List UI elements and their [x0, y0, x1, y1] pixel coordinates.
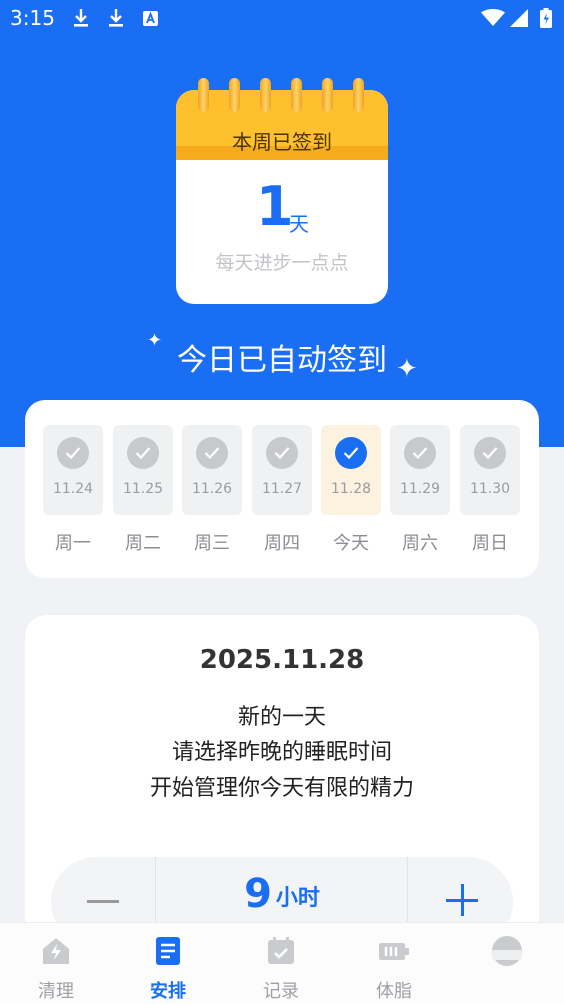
day-cell-mon[interactable]: 11.24: [43, 425, 103, 515]
day-date: 11.25: [122, 481, 164, 497]
a-icon: [143, 11, 158, 26]
nav-label: 安排: [150, 981, 186, 1002]
schedule-icon: [156, 937, 180, 965]
calendar-ring: [229, 78, 240, 112]
day-date: 11.29: [399, 481, 441, 497]
nav-item-schedule[interactable]: 安排: [112, 923, 224, 1004]
day-date: 11.28: [330, 481, 372, 497]
record-icon: [268, 937, 294, 964]
info-line: 开始管理你今天有限的精力: [149, 776, 414, 801]
day-date: 11.24: [52, 481, 94, 497]
calendar-ring: [198, 78, 209, 112]
day-date: 11.30: [469, 481, 511, 497]
check-circle-icon: [335, 437, 367, 469]
signal-icon: [510, 9, 528, 27]
check-circle-icon: [127, 437, 159, 469]
day-label: 周三: [194, 533, 230, 554]
download-icon: [74, 9, 88, 27]
status-time: 3:15: [10, 6, 55, 30]
check-circle-icon: [196, 437, 228, 469]
calendar-ring: [260, 78, 271, 112]
check-circle-icon: [266, 437, 298, 469]
nav-item-body-fat[interactable]: 体脂: [338, 923, 450, 1004]
calendar-rings: [176, 78, 388, 118]
day-label: 周六: [402, 533, 438, 554]
check-circle-icon: [404, 437, 436, 469]
calendar-ring: [291, 78, 302, 112]
nav-label: 体脂: [376, 981, 412, 1002]
sparkle-icon: ✦: [396, 354, 418, 384]
bottom-navigation: 清理 安排 记录 体脂: [0, 922, 564, 1004]
check-circle-icon: [57, 437, 89, 469]
sleep-hours-unit: 小时: [275, 886, 320, 911]
day-cell-wed[interactable]: 11.26: [182, 425, 242, 515]
battery-icon: [540, 8, 552, 28]
day-label: 周一: [55, 533, 91, 554]
checkin-days-count: 1: [256, 175, 294, 238]
body-fat-icon: [379, 943, 409, 960]
info-date: 2025.11.28: [199, 645, 365, 675]
wifi-icon: [481, 9, 505, 26]
day-cell-tue[interactable]: 11.25: [113, 425, 173, 515]
status-bar: 3:15: [0, 0, 564, 38]
checkin-days-unit: 天: [289, 212, 309, 236]
nav-item-profile[interactable]: [451, 923, 563, 1004]
day-label: 周二: [125, 533, 161, 554]
nav-label: 记录: [263, 981, 299, 1002]
day-date: 11.27: [261, 481, 303, 497]
calendar-subtitle: 每天进步一点点: [215, 252, 349, 274]
auto-checkin-text: 今日已自动签到: [177, 343, 387, 378]
day-label: 今天: [333, 533, 369, 554]
nav-item-clean[interactable]: 清理: [0, 923, 112, 1004]
profile-icon: [492, 936, 522, 966]
day-cell-today[interactable]: 11.28: [321, 425, 381, 515]
weekly-checkin-calendar: 本周已签到 1 天 每天进步一点点: [176, 78, 388, 304]
week-checkin-card: 11.24 周一 11.25 周二 11.26 周三 11.27 周四 11.2…: [25, 400, 539, 578]
day-cell-sun[interactable]: 11.30: [460, 425, 520, 515]
day-date: 11.26: [191, 481, 233, 497]
sleep-hours-number: 9: [244, 871, 272, 917]
nav-label: 清理: [38, 981, 74, 1002]
day-cell-sat[interactable]: 11.29: [390, 425, 450, 515]
calendar-ring: [353, 78, 364, 112]
day-label: 周四: [264, 533, 300, 554]
download-icon: [109, 9, 123, 27]
calendar-ring: [322, 78, 333, 112]
clean-icon: [43, 938, 69, 964]
day-label: 周日: [472, 533, 508, 554]
calendar-title: 本周已签到: [232, 130, 332, 154]
day-cell-thu[interactable]: 11.27: [252, 425, 312, 515]
info-line: 新的一天: [237, 705, 326, 730]
plus-icon: [461, 884, 464, 916]
info-line: 请选择昨晚的睡眠时间: [171, 740, 392, 765]
nav-item-record[interactable]: 记录: [225, 923, 337, 1004]
check-circle-icon: [474, 437, 506, 469]
